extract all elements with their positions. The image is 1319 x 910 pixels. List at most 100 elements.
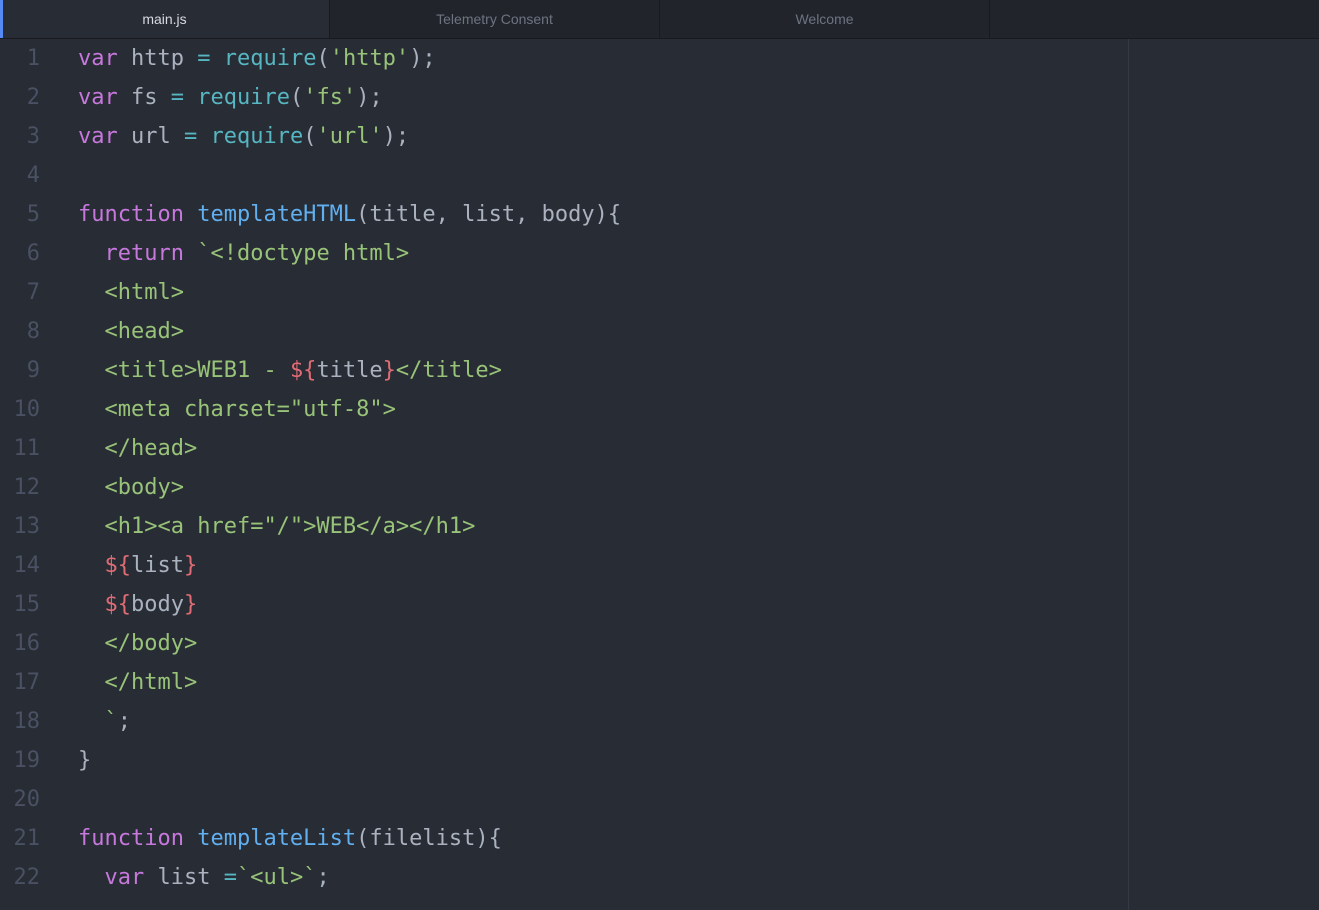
code-line[interactable]: 16 </body> (0, 624, 1319, 663)
code-token: </title> (395, 358, 502, 383)
code-line[interactable]: 14 ${list} (0, 546, 1319, 585)
code-token: <meta charset="utf-8"> (104, 397, 396, 422)
code-token: <head> (104, 319, 184, 344)
code-token: ( (289, 85, 304, 110)
code-line[interactable]: 2 var fs = require('fs'); (0, 78, 1319, 117)
code-token: body (131, 592, 184, 617)
code-token: <h1><a href="/">WEB</a></h1> (104, 514, 476, 539)
tab-main-js[interactable]: main.js (0, 0, 330, 38)
code-line[interactable]: 1 var http = require('http'); (0, 39, 1319, 78)
line-number: 18 (13, 709, 41, 734)
code-token: var (78, 85, 118, 110)
code-token: ` (104, 709, 118, 734)
code-token: function (78, 202, 184, 227)
code-token: list (144, 865, 224, 890)
code-token: 'fs' (303, 85, 357, 110)
code-token: fs (117, 85, 171, 110)
line-number: 3 (26, 124, 40, 149)
code-token: `<ul>` (236, 865, 317, 890)
code-token: = (223, 865, 237, 890)
code-text: function templateList(filelist){ (78, 819, 502, 858)
line-number: 17 (13, 670, 41, 695)
code-line[interactable]: 11 </head> (0, 429, 1319, 468)
code-text: </head> (78, 429, 198, 468)
code-line[interactable]: 10 <meta charset="utf-8"> (0, 390, 1319, 429)
code-text: <html> (78, 273, 184, 312)
code-token: list (131, 553, 184, 578)
line-number: 4 (26, 163, 40, 188)
code-token: ( (316, 46, 330, 71)
code-line[interactable]: 9 <title>WEB1 - ${title}</title> (0, 351, 1319, 390)
code-line[interactable]: 17 </html> (0, 663, 1319, 702)
code-line[interactable]: 5 function templateHTML(title, list, body… (0, 195, 1319, 234)
code-line[interactable]: 8 <head> (0, 312, 1319, 351)
code-token: ${ (104, 592, 132, 617)
code-token: title (316, 358, 383, 383)
tab-telemetry-consent[interactable]: Telemetry Consent (330, 0, 660, 38)
code-text: </html> (78, 663, 198, 702)
line-number: 14 (13, 553, 41, 578)
code-token: ); (356, 85, 383, 110)
code-token: 'http' (329, 46, 410, 71)
code-token: `<!doctype html> (197, 241, 410, 266)
code-token: <title>WEB1 - (104, 358, 290, 383)
code-token: ; (316, 865, 330, 890)
code-token: } (78, 748, 92, 773)
line-number: 1 (26, 46, 40, 71)
code-line[interactable]: 13 <h1><a href="/">WEB</a></h1> (0, 507, 1319, 546)
code-text: ${list} (78, 546, 198, 585)
code-token: var (78, 124, 118, 149)
code-line[interactable]: 6 return `<!doctype html> (0, 234, 1319, 273)
line-number: 13 (13, 514, 41, 539)
code-token: ${ (104, 553, 132, 578)
code-token: return (104, 241, 184, 266)
line-number: 5 (26, 202, 40, 227)
code-editor[interactable]: 1 var http = require('http'); 2 var fs = re… (0, 39, 1319, 910)
code-line[interactable]: 22 var list =`<ul>`; (0, 858, 1319, 897)
tab-welcome[interactable]: Welcome (660, 0, 990, 38)
code-token: ); (382, 124, 410, 149)
code-token: } (183, 553, 198, 578)
code-line[interactable]: 18 `; (0, 702, 1319, 741)
code-text: <meta charset="utf-8"> (78, 390, 396, 429)
line-number: 10 (13, 397, 41, 422)
code-token: http (117, 46, 198, 71)
code-token: ; (117, 709, 131, 734)
line-number: 11 (13, 436, 41, 461)
code-token: url (117, 124, 184, 149)
code-token: require (223, 46, 317, 71)
code-token: var (78, 46, 118, 71)
code-text: var url = require('url'); (78, 117, 409, 156)
code-token: <html> (104, 280, 184, 305)
code-line[interactable]: 4 (0, 156, 1319, 195)
code-line[interactable]: 3 var url = require('url'); (0, 117, 1319, 156)
code-line[interactable]: 20 (0, 780, 1319, 819)
code-line[interactable]: 15 ${body} (0, 585, 1319, 624)
code-token: ); (409, 46, 436, 71)
code-token: </html> (104, 670, 198, 695)
line-number: 19 (13, 748, 41, 773)
code-text: function templateHTML(title, list, body)… (78, 195, 621, 234)
code-token: = (170, 85, 184, 110)
code-line[interactable]: 21 function templateList(filelist){ (0, 819, 1319, 858)
line-number: 22 (13, 865, 41, 890)
code-text: `; (78, 702, 132, 741)
code-line[interactable]: 12 <body> (0, 468, 1319, 507)
code-token: templateList (197, 826, 357, 851)
code-line[interactable]: 7 <html> (0, 273, 1319, 312)
line-number: 12 (13, 475, 41, 500)
code-token: = (183, 124, 198, 149)
tab-bar: main.js Telemetry Consent Welcome (0, 0, 1319, 39)
code-line[interactable]: 19} (0, 741, 1319, 780)
code-text: <head> (78, 312, 184, 351)
code-text: <h1><a href="/">WEB</a></h1> (78, 507, 476, 546)
